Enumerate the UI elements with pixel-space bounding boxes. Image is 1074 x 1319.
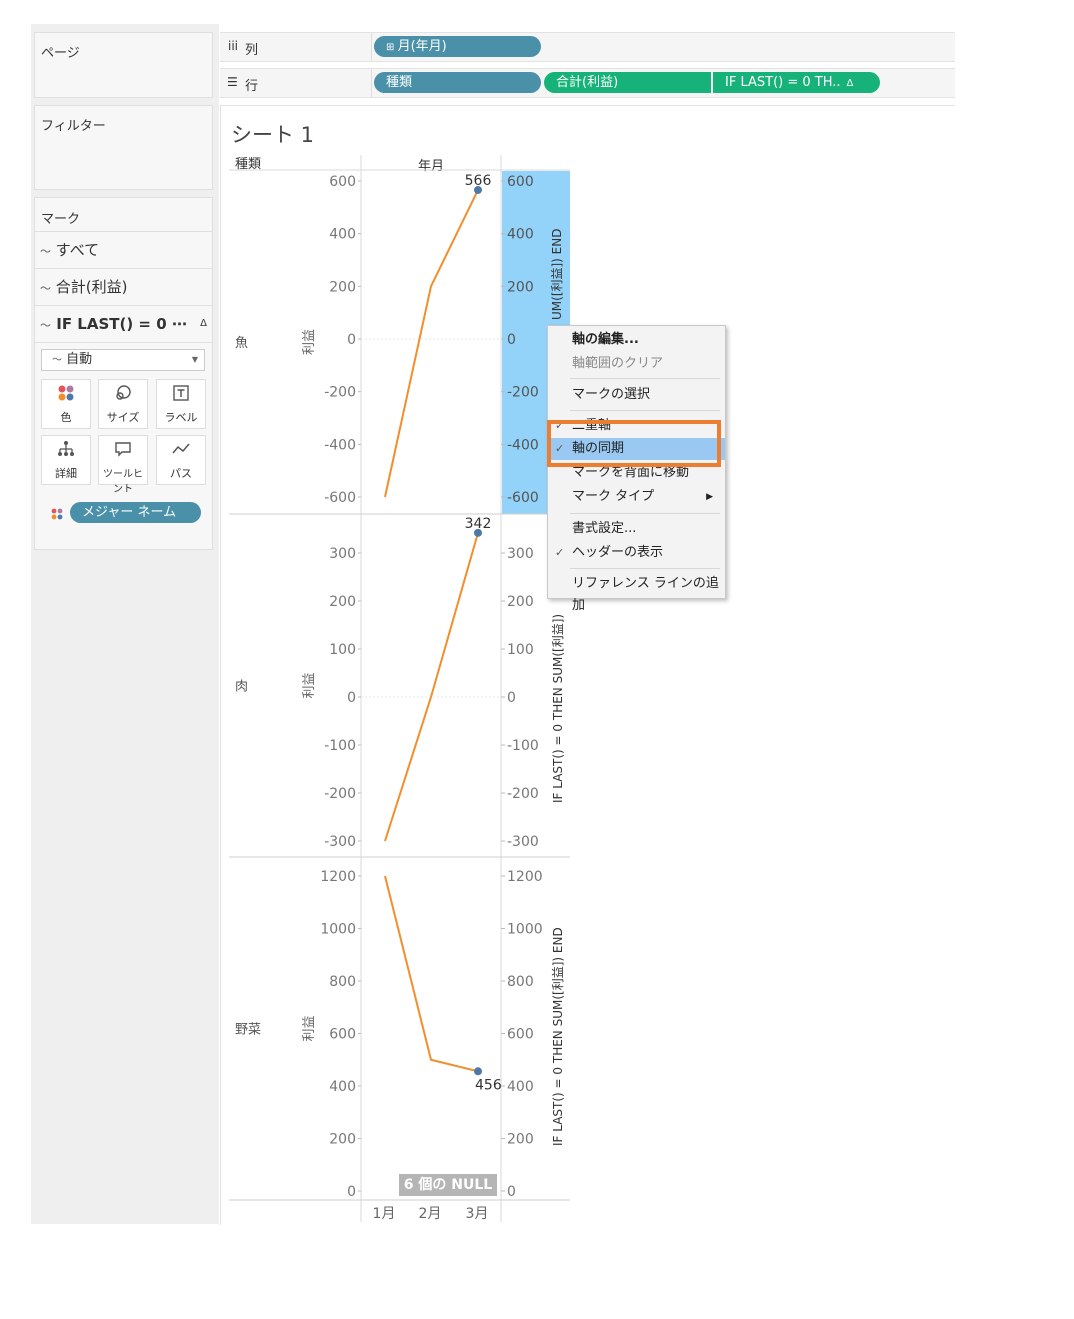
- right-y-tick-label: -100: [507, 738, 539, 754]
- category-label: 魚: [235, 336, 248, 351]
- dual-axis-label-top: UM([利益]) END: [550, 228, 564, 320]
- right-y-tick-label: 1200: [507, 869, 543, 885]
- category-label: 野菜: [235, 1023, 261, 1038]
- menu-separator: [570, 378, 720, 379]
- y-tick-label: 1000: [320, 922, 356, 938]
- y-axis-title: 利益: [302, 672, 317, 698]
- right-y-tick-label: 1000: [507, 922, 543, 938]
- menu-item-edit-axis[interactable]: 軸の編集...: [548, 329, 725, 351]
- right-y-tick-label: 0: [507, 332, 516, 348]
- dual-axis-label-bottom: IF LAST() = 0 THEN SUM([利益]) END: [551, 927, 565, 1146]
- y-tick-label: 1200: [320, 869, 356, 885]
- right-y-tick-label: 100: [507, 642, 534, 658]
- menu-item-select-marks[interactable]: マークの選択: [548, 384, 725, 406]
- menu-item-label: ヘッダーの表示: [572, 545, 664, 560]
- right-y-tick-label: -600: [507, 490, 539, 506]
- series-line: [384, 532, 479, 842]
- right-y-tick-label: -300: [507, 834, 539, 850]
- y-tick-label: 200: [329, 1132, 356, 1148]
- menu-item-show-header[interactable]: ✓ ヘッダーの表示: [548, 542, 725, 564]
- menu-separator: [570, 513, 720, 514]
- menu-item-add-reference-line[interactable]: リファレンス ラインの追加: [548, 573, 725, 613]
- y-tick-label: 200: [329, 594, 356, 610]
- y-tick-label: 0: [347, 332, 356, 348]
- y-tick-label: -200: [324, 786, 356, 802]
- null-indicator[interactable]: 6 個の NULL: [399, 1174, 497, 1196]
- right-y-tick-label: 0: [507, 690, 516, 706]
- y-tick-label: 0: [347, 1184, 356, 1200]
- menu-item-label: マーク タイプ: [572, 489, 655, 504]
- y-tick-label: 600: [329, 174, 356, 190]
- dual-axis-label-mid: IF LAST() = 0 THEN SUM([利益]): [551, 613, 565, 803]
- y-tick-label: 400: [329, 227, 356, 243]
- y-tick-label: 200: [329, 279, 356, 295]
- last-point-marker: [474, 1067, 482, 1076]
- y-tick-label: 0: [347, 690, 356, 706]
- chevron-right-icon: ▶: [706, 492, 713, 502]
- menu-item-format[interactable]: 書式設定...: [548, 518, 725, 540]
- data-label: 566: [465, 173, 492, 189]
- menu-item-mark-type[interactable]: マーク タイプ ▶: [548, 486, 725, 508]
- right-y-tick-label: -200: [507, 786, 539, 802]
- right-y-tick-label: 0: [507, 1184, 516, 1200]
- y-tick-label: -400: [324, 437, 356, 453]
- y-tick-label: 800: [329, 974, 356, 990]
- right-y-tick-label: 200: [507, 594, 534, 610]
- right-y-tick-label: -200: [507, 385, 539, 401]
- category-label: 肉: [235, 680, 248, 695]
- series-line: [384, 875, 479, 1073]
- dual-axis-label-top-box: UM([利益]) END: [548, 170, 566, 330]
- chart-svg: 600 400 200 0 -200 -400 -600 600 400 200 0 -200 -400…: [229, 155, 570, 1222]
- right-y-tick-label: 600: [507, 174, 534, 190]
- data-label: 456: [475, 1077, 502, 1093]
- y-tick-label: 300: [329, 546, 356, 562]
- right-y-tick-label: 400: [507, 1079, 534, 1095]
- right-y-tick-label: 200: [507, 1132, 534, 1148]
- check-icon: ✓: [555, 546, 565, 559]
- right-y-tick-label: 600: [507, 1027, 534, 1043]
- highlight-box: [547, 420, 721, 467]
- y-axis-title: 利益: [302, 329, 317, 355]
- menu-separator: [570, 410, 720, 411]
- series-line: [384, 189, 479, 498]
- y-tick-label: -200: [324, 385, 356, 401]
- y-tick-label: 100: [329, 642, 356, 658]
- right-y-tick-label: 400: [507, 227, 534, 243]
- y-tick-label: 600: [329, 1027, 356, 1043]
- menu-separator: [570, 568, 720, 569]
- y-tick-label: -100: [324, 738, 356, 754]
- y-tick-label: -600: [324, 490, 356, 506]
- right-y-tick-label: -400: [507, 437, 539, 453]
- menu-item-clear-axis-range: 軸範囲のクリア: [572, 356, 664, 371]
- y-tick-label: -300: [324, 834, 356, 850]
- y-axis-title: 利益: [302, 1015, 317, 1041]
- right-y-tick-label: 800: [507, 974, 534, 990]
- data-label: 342: [465, 516, 492, 532]
- right-y-tick-label: 300: [507, 546, 534, 562]
- x-tick-label: 3月: [466, 1206, 489, 1222]
- x-tick-label: 1月: [373, 1206, 396, 1222]
- y-tick-label: 400: [329, 1079, 356, 1095]
- right-y-tick-label: 200: [507, 279, 534, 295]
- x-tick-label: 2月: [419, 1206, 442, 1222]
